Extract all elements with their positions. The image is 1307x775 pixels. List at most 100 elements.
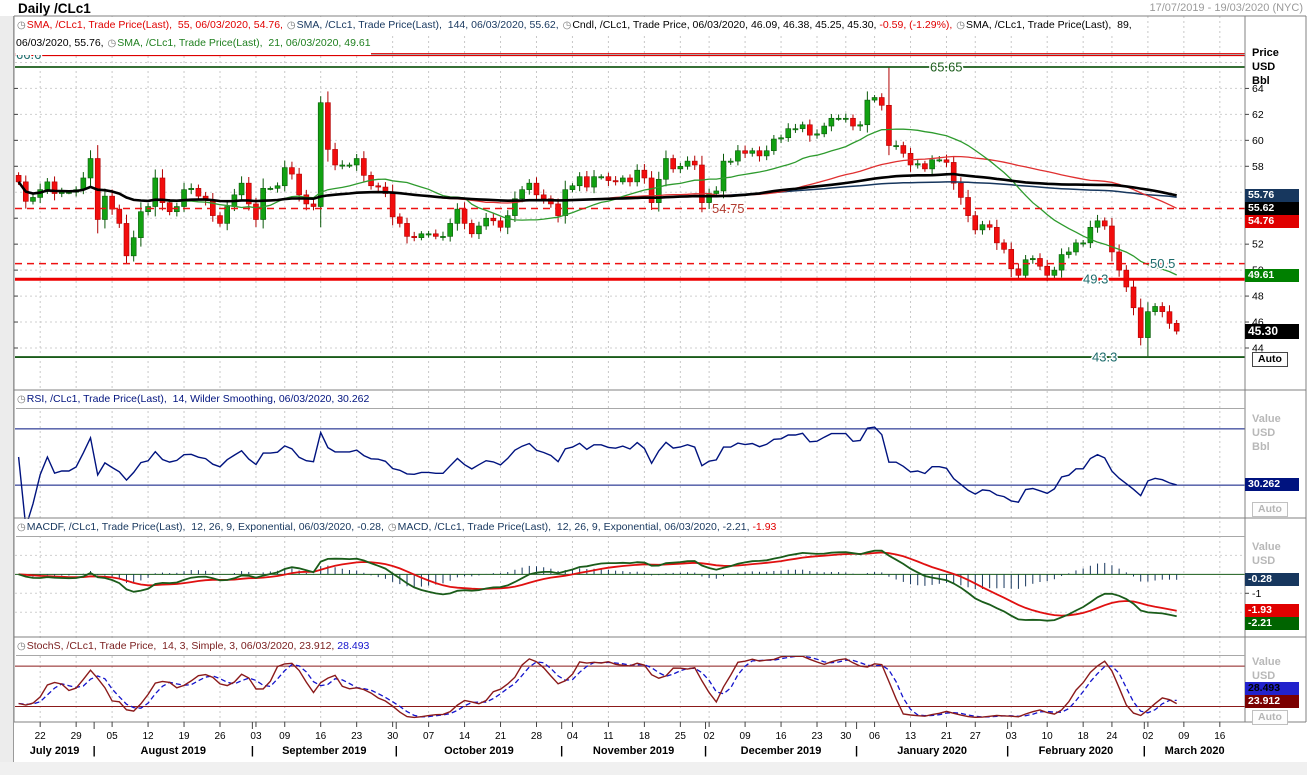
candle-body xyxy=(311,204,316,207)
candle-body xyxy=(606,177,611,181)
month-label: January 2020 xyxy=(897,745,967,757)
left-gutter xyxy=(0,16,14,775)
candle-body xyxy=(944,160,949,163)
rsi-auto-button[interactable]: Auto xyxy=(1252,502,1288,517)
level-label-43.3: 43.3 xyxy=(1092,350,1117,365)
candle-body xyxy=(980,225,985,230)
x-tick-label: 03 xyxy=(250,731,262,742)
x-tick-label: 06 xyxy=(869,731,881,742)
candle-body xyxy=(491,218,496,221)
candle-body xyxy=(1066,252,1071,255)
candle-body xyxy=(930,160,935,169)
month-label: September 2019 xyxy=(282,745,366,757)
x-tick-label: 23 xyxy=(811,731,823,742)
month-separator: | xyxy=(93,745,96,757)
candle-body xyxy=(261,188,266,219)
candle-body xyxy=(340,165,345,166)
candle-body xyxy=(124,223,129,255)
month-label: March 2020 xyxy=(1165,745,1225,757)
candle-body xyxy=(390,194,395,217)
candle-body xyxy=(110,196,115,209)
x-tick-label: 18 xyxy=(1078,731,1090,742)
price-legend[interactable]: ◷SMA, /CLc1, Trade Price(Last), 55, 06/0… xyxy=(16,17,1245,55)
candle-body xyxy=(347,165,352,166)
candle-body xyxy=(556,204,561,216)
chart-canvas[interactable]: 66.665.6554.7550.549.343.364626058545250… xyxy=(0,0,1307,775)
clock-icon: ◷ xyxy=(16,522,27,533)
x-tick-label: 02 xyxy=(1142,731,1154,742)
macd-signal-line[interactable] xyxy=(19,553,1177,616)
candle-body xyxy=(88,159,93,178)
candle-body xyxy=(16,175,21,181)
candle-body xyxy=(297,174,302,195)
sma-21-line[interactable] xyxy=(19,129,1177,275)
candle-body xyxy=(592,177,597,187)
price-badge: 49.61 xyxy=(1245,269,1299,282)
candle-body xyxy=(714,191,719,194)
x-tick-label: 16 xyxy=(1214,731,1226,742)
candle-body xyxy=(815,134,820,135)
sma-89-line[interactable] xyxy=(19,174,1177,201)
candle-body xyxy=(448,223,453,236)
stoch-auto-button[interactable]: Auto xyxy=(1252,710,1288,725)
candle-body xyxy=(757,151,762,156)
x-tick-label: 07 xyxy=(423,731,435,742)
clock-icon: ◷ xyxy=(286,20,297,31)
candle-body xyxy=(656,179,661,202)
candle-body xyxy=(462,209,467,223)
macd-legend[interactable]: ◷MACDF, /CLc1, Trade Price(Last), 12, 26… xyxy=(16,519,1245,537)
stoch-d-line[interactable] xyxy=(19,656,1177,717)
macd-axis-header: Value USD xyxy=(1252,540,1281,568)
stoch-badge: 23.912 xyxy=(1245,695,1299,708)
month-separator: | xyxy=(855,745,858,757)
candle-body xyxy=(476,226,481,234)
legend-text: SMA, /CLc1, Trade Price(Last), 21, 06/03… xyxy=(117,37,370,49)
level-label-50.5: 50.5 xyxy=(1150,256,1175,271)
x-tick-label: 28 xyxy=(531,731,543,742)
candle-body xyxy=(1102,221,1107,226)
candle-body xyxy=(1095,221,1100,227)
candle-body xyxy=(318,103,323,207)
level-label-65.65: 65.65 xyxy=(930,60,963,75)
legend-text: SMA, /CLc1, Trade Price(Last), 55, 06/03… xyxy=(27,19,286,31)
price-tick-label: 48 xyxy=(1252,291,1264,303)
candle-body xyxy=(628,178,633,182)
stoch-k-line[interactable] xyxy=(19,656,1177,717)
candle-body xyxy=(886,105,891,145)
candle-body xyxy=(189,188,194,189)
month-label: August 2019 xyxy=(141,745,206,757)
candle-body xyxy=(692,161,697,165)
candle-body xyxy=(405,223,410,236)
candle-body xyxy=(865,100,870,125)
candle-body xyxy=(1059,255,1064,271)
rsi-legend[interactable]: ◷RSI, /CLc1, Trade Price(Last), 14, Wild… xyxy=(16,391,1245,409)
x-tick-label: 09 xyxy=(1178,731,1190,742)
macd-line[interactable] xyxy=(19,551,1177,621)
candle-body xyxy=(901,146,906,154)
price-badge: 55.62 xyxy=(1245,202,1299,215)
clock-icon: ◷ xyxy=(16,641,27,652)
candle-body xyxy=(505,216,510,228)
price-auto-button[interactable]: Auto xyxy=(1252,352,1288,367)
x-tick-label: 21 xyxy=(495,731,507,742)
x-tick-label: 26 xyxy=(214,731,226,742)
rsi-line[interactable] xyxy=(19,427,1177,527)
candle-body xyxy=(196,188,201,196)
candle-body xyxy=(786,129,791,138)
candle-body xyxy=(937,160,942,161)
month-label: July 2019 xyxy=(30,745,80,757)
stoch-legend[interactable]: ◷StochS, /CLc1, Trade Price, 14, 3, Simp… xyxy=(16,638,1245,656)
x-tick-label: 30 xyxy=(387,731,399,742)
candle-body xyxy=(1160,306,1165,311)
candle-body xyxy=(1009,249,1014,268)
candle-body xyxy=(958,183,963,197)
candle-body xyxy=(239,183,244,195)
legend-text: -0.59, (-1.29%), xyxy=(879,19,955,31)
x-tick-label: 04 xyxy=(567,731,579,742)
candle-body xyxy=(915,164,920,165)
candle-body xyxy=(282,168,287,186)
legend-text: RSI, /CLc1, Trade Price(Last), 14, Wilde… xyxy=(27,393,370,405)
clock-icon: ◷ xyxy=(16,20,27,31)
candle-body xyxy=(570,186,575,190)
candle-body xyxy=(642,170,647,178)
